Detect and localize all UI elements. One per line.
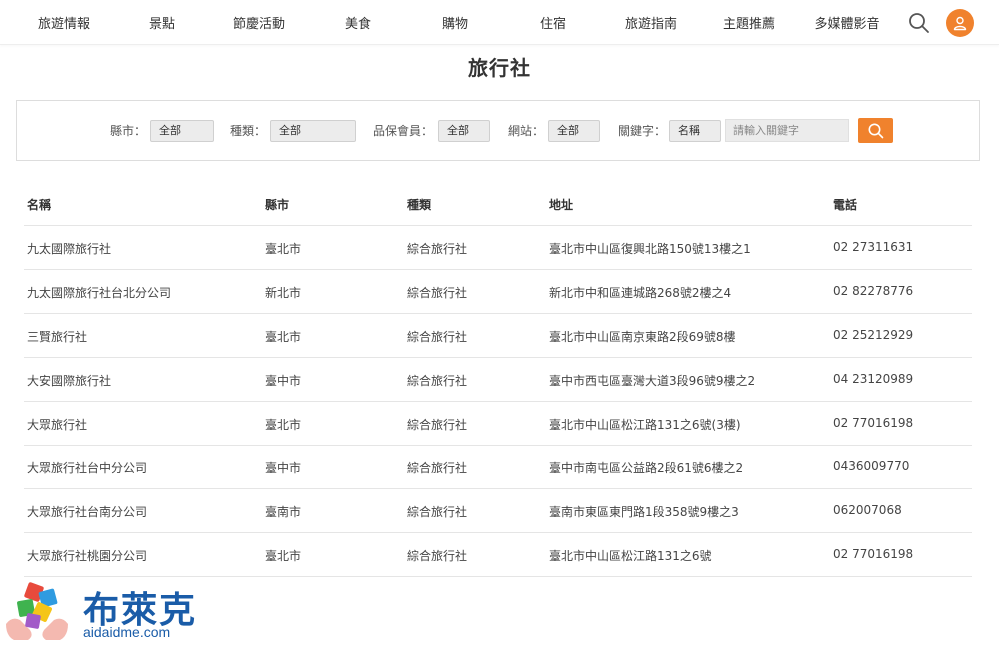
cell-type: 綜合旅行社 bbox=[407, 418, 468, 432]
type-label: 種類： bbox=[230, 124, 267, 138]
cell-phone: 062007068 bbox=[833, 503, 902, 517]
nav-item-travel-info[interactable]: 旅遊情報 bbox=[38, 13, 90, 32]
header-county: 縣市 bbox=[265, 198, 290, 212]
cell-county: 臺中市 bbox=[265, 374, 302, 388]
cell-address: 臺中市西屯區臺灣大道3段96號9樓之2 bbox=[549, 374, 756, 388]
page-title: 旅行社 bbox=[468, 56, 531, 80]
puzzle-hands-logo-icon bbox=[6, 582, 68, 640]
cell-type: 綜合旅行社 bbox=[407, 505, 468, 519]
cell-address: 臺北市中山區松江路131之6號(3樓) bbox=[549, 418, 741, 432]
cell-address: 臺北市中山區松江路131之6號 bbox=[549, 549, 712, 563]
search-icon[interactable] bbox=[907, 11, 931, 35]
cell-address: 臺中市南屯區公益路2段61號6樓之2 bbox=[549, 461, 744, 475]
member-select[interactable]: 全部 bbox=[438, 120, 490, 142]
table-row: 三賢旅行社 臺北市 綜合旅行社 臺北市中山區南京東路2段69號8樓 02 252… bbox=[24, 314, 972, 358]
table-row: 大眾旅行社台中分公司 臺中市 綜合旅行社 臺中市南屯區公益路2段61號6樓之2 … bbox=[24, 445, 972, 489]
cell-address: 臺南市東區東門路1段358號9樓之3 bbox=[549, 505, 739, 519]
keyword-label: 關鍵字： bbox=[618, 124, 667, 138]
cell-name[interactable]: 九太國際旅行社台北分公司 bbox=[27, 284, 171, 301]
cell-type: 綜合旅行社 bbox=[407, 330, 468, 344]
nav-item-multimedia[interactable]: 多媒體影音 bbox=[814, 13, 879, 32]
cell-phone: 02 82278776 bbox=[833, 284, 914, 298]
watermark-site: aidaidme.com bbox=[83, 624, 171, 640]
cell-phone: 02 27311631 bbox=[833, 240, 914, 254]
cell-name[interactable]: 大眾旅行社台中分公司 bbox=[27, 459, 147, 476]
member-label: 品保會員： bbox=[373, 124, 434, 138]
cell-county: 臺中市 bbox=[265, 461, 302, 475]
nav-item-festivals[interactable]: 節慶活動 bbox=[233, 13, 285, 32]
cell-name[interactable]: 大眾旅行社 bbox=[27, 416, 87, 433]
website-select[interactable]: 全部 bbox=[548, 120, 600, 142]
cell-phone: 04 23120989 bbox=[833, 372, 914, 386]
cell-phone: 02 77016198 bbox=[833, 547, 914, 561]
table-row: 大眾旅行社桃園分公司 臺北市 綜合旅行社 臺北市中山區松江路131之6號 02 … bbox=[24, 533, 972, 577]
cell-address: 臺北市中山區南京東路2段69號8樓 bbox=[549, 330, 736, 344]
nav-item-lodging[interactable]: 住宿 bbox=[540, 13, 566, 32]
watermark: 布萊克 aidaidme.com bbox=[4, 580, 204, 642]
cell-type: 綜合旅行社 bbox=[407, 374, 468, 388]
keyword-input-placeholder: 請輸入關鍵字 bbox=[733, 124, 799, 137]
cell-phone: 02 25212929 bbox=[833, 328, 914, 342]
type-select[interactable]: 全部 bbox=[270, 120, 356, 142]
cell-phone: 0436009770 bbox=[833, 459, 910, 473]
county-label: 縣市： bbox=[110, 124, 147, 138]
table-row: 大眾旅行社台南分公司 臺南市 綜合旅行社 臺南市東區東門路1段358號9樓之3 … bbox=[24, 489, 972, 533]
cell-county: 臺北市 bbox=[265, 330, 302, 344]
member-select-value: 全部 bbox=[447, 124, 469, 137]
cell-county: 臺北市 bbox=[265, 242, 302, 256]
county-select-value: 全部 bbox=[159, 124, 181, 137]
keyword-input[interactable]: 請輸入關鍵字 bbox=[725, 119, 849, 142]
cell-name[interactable]: 大安國際旅行社 bbox=[27, 372, 111, 389]
cell-name[interactable]: 三賢旅行社 bbox=[27, 328, 87, 345]
header-name: 名稱 bbox=[27, 198, 52, 212]
cell-name[interactable]: 九太國際旅行社 bbox=[27, 240, 111, 257]
table-row: 大安國際旅行社 臺中市 綜合旅行社 臺中市西屯區臺灣大道3段96號9樓之2 04… bbox=[24, 358, 972, 402]
top-nav: 旅遊情報 景點 節慶活動 美食 購物 住宿 旅遊指南 主題推薦 多媒體影音 bbox=[0, 0, 999, 45]
cell-county: 新北市 bbox=[265, 286, 302, 300]
cell-county: 臺北市 bbox=[265, 549, 302, 563]
header-phone: 電話 bbox=[833, 198, 858, 212]
header-type: 種類 bbox=[407, 198, 432, 212]
table-row: 大眾旅行社 臺北市 綜合旅行社 臺北市中山區松江路131之6號(3樓) 02 7… bbox=[24, 402, 972, 446]
cell-phone: 02 77016198 bbox=[833, 416, 914, 430]
search-button[interactable] bbox=[858, 118, 893, 143]
cell-name[interactable]: 大眾旅行社台南分公司 bbox=[27, 503, 147, 520]
cell-type: 綜合旅行社 bbox=[407, 242, 468, 256]
keyword-field-value: 名稱 bbox=[678, 124, 700, 137]
table-row: 九太國際旅行社台北分公司 新北市 綜合旅行社 新北市中和區連城路268號2樓之4… bbox=[24, 270, 972, 314]
county-select[interactable]: 全部 bbox=[150, 120, 214, 142]
keyword-field-select[interactable]: 名稱 bbox=[669, 120, 721, 142]
cell-county: 臺北市 bbox=[265, 418, 302, 432]
cell-type: 綜合旅行社 bbox=[407, 549, 468, 563]
nav-item-attractions[interactable]: 景點 bbox=[149, 13, 175, 32]
filter-panel: 縣市： 全部 種類： 全部 品保會員： 全部 網站： 全部 關鍵字： 名稱 請輸… bbox=[16, 100, 980, 161]
nav-item-travel-guide[interactable]: 旅遊指南 bbox=[625, 13, 677, 32]
table-header: 名稱 縣市 種類 地址 電話 bbox=[24, 182, 972, 226]
search-icon bbox=[868, 123, 883, 138]
nav-item-food[interactable]: 美食 bbox=[345, 13, 371, 32]
website-select-value: 全部 bbox=[557, 124, 579, 137]
type-select-value: 全部 bbox=[279, 124, 301, 137]
header-address: 地址 bbox=[549, 198, 574, 212]
nav-item-themes[interactable]: 主題推薦 bbox=[723, 13, 775, 32]
cell-county: 臺南市 bbox=[265, 505, 302, 519]
cell-address: 臺北市中山區復興北路150號13樓之1 bbox=[549, 242, 751, 256]
website-label: 網站： bbox=[508, 124, 545, 138]
user-icon bbox=[953, 16, 967, 31]
table-row: 九太國際旅行社 臺北市 綜合旅行社 臺北市中山區復興北路150號13樓之1 02… bbox=[24, 226, 972, 270]
cell-type: 綜合旅行社 bbox=[407, 286, 468, 300]
cell-name[interactable]: 大眾旅行社桃園分公司 bbox=[27, 547, 147, 564]
cell-address: 新北市中和區連城路268號2樓之4 bbox=[549, 286, 732, 300]
cell-type: 綜合旅行社 bbox=[407, 461, 468, 475]
user-account-button[interactable] bbox=[946, 9, 974, 37]
nav-item-shopping[interactable]: 購物 bbox=[442, 13, 468, 32]
